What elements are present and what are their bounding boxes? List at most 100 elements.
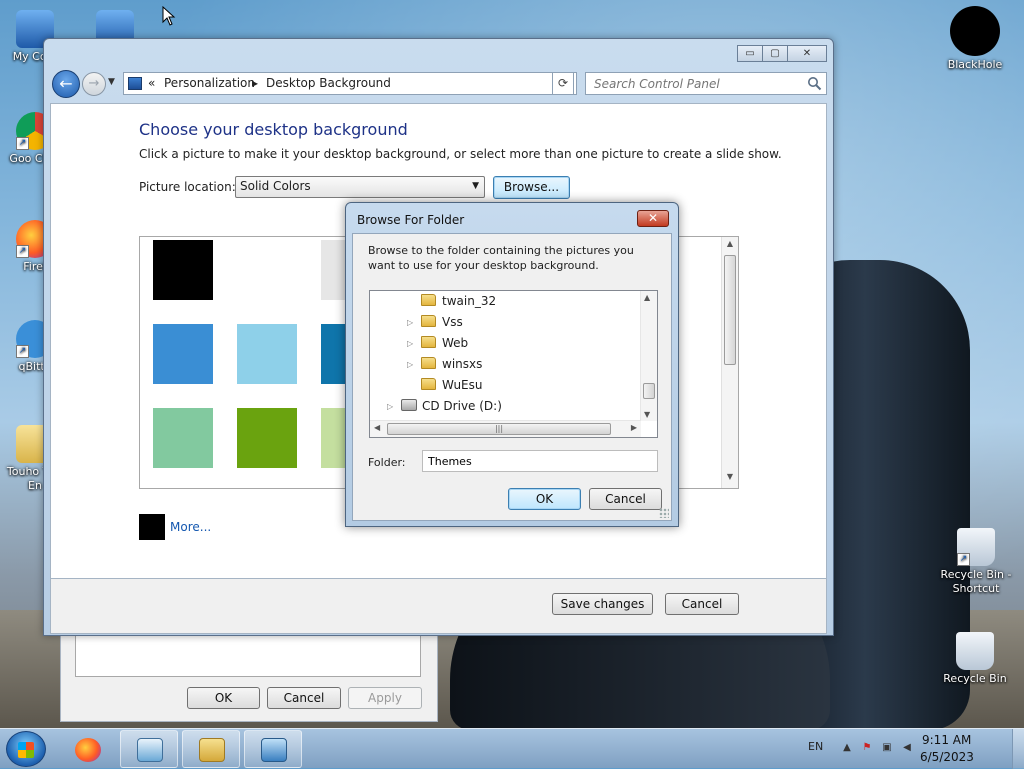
firefox-icon <box>75 738 101 762</box>
resize-grip[interactable] <box>659 508 669 518</box>
folder-field[interactable] <box>422 450 658 472</box>
desktop-icon-recycle-bin[interactable]: Recycle Bin <box>940 632 1010 686</box>
taskbar-app-display[interactable] <box>244 730 302 768</box>
clock-date[interactable]: 6/5/2023 <box>920 750 974 764</box>
expand-icon[interactable]: ▷ <box>407 312 413 333</box>
scroll-right-icon[interactable]: ▶ <box>631 423 637 432</box>
forward-button[interactable]: → <box>82 72 106 96</box>
color-swatch-mint[interactable] <box>153 408 213 468</box>
breadcrumb-desktop-background[interactable]: Desktop Background <box>266 76 391 90</box>
close-button[interactable]: ✕ <box>637 210 669 227</box>
expand-icon[interactable]: ▷ <box>407 333 413 354</box>
navigation-bar: ← → ▼ « Personalization ▸ Desktop Backgr… <box>50 69 827 99</box>
minimize-button[interactable]: ▭ <box>737 45 763 62</box>
tree-item-winsxs[interactable]: ▷ winsxs <box>407 354 482 375</box>
scroll-up-icon[interactable]: ▲ <box>644 293 650 302</box>
show-desktop-button[interactable] <box>1012 729 1024 769</box>
page-title: Choose your desktop background <box>139 120 408 139</box>
scroll-left-icon[interactable]: ◀ <box>374 423 380 432</box>
search-box[interactable] <box>585 72 827 95</box>
recycle-bin-icon <box>956 632 994 670</box>
dialog-description: Browse to the folder containing the pict… <box>368 244 634 272</box>
clock-time[interactable]: 9:11 AM <box>922 733 971 747</box>
more-color-swatch[interactable] <box>139 514 165 540</box>
picture-location-label: Picture location: <box>139 180 236 194</box>
more-colors-link[interactable]: More... <box>170 520 211 534</box>
close-button[interactable]: ✕ <box>787 45 827 62</box>
network-icon[interactable]: ▣ <box>880 742 894 756</box>
browse-for-folder-dialog: Browse For Folder ✕ Browse to the folder… <box>345 202 679 527</box>
scrollbar-thumb[interactable] <box>643 383 655 399</box>
cancel-button[interactable]: Cancel <box>589 488 662 510</box>
shortcut-arrow-icon: ↗ <box>16 245 29 258</box>
folder-icon <box>421 357 436 369</box>
dialog-title: Browse For Folder <box>357 213 465 227</box>
start-button[interactable] <box>6 731 46 767</box>
desktop-icon-recycle-bin-shortcut[interactable]: ↗ Recycle Bin - Shortcut <box>938 528 1014 596</box>
tree-item-web[interactable]: ▷ Web <box>407 333 468 354</box>
scroll-up-icon[interactable]: ▲ <box>722 239 738 253</box>
address-bar[interactable]: « Personalization ▸ Desktop Background ▼ <box>123 72 577 95</box>
color-swatch-white[interactable] <box>237 240 297 300</box>
scroll-down-icon[interactable]: ▼ <box>722 472 738 486</box>
show-hidden-icons-icon[interactable]: ▲ <box>840 742 854 756</box>
language-indicator[interactable]: EN <box>808 740 823 753</box>
folder-tree[interactable]: twain_32 ▷ Vss ▷ Web ▷ winsxs WuEsu ▷ CD… <box>369 290 658 438</box>
taskbar-app-control-panel[interactable] <box>120 730 178 768</box>
shortcut-arrow-icon: ↗ <box>16 137 29 150</box>
blackhole-icon <box>950 6 1000 56</box>
picture-location-select[interactable]: Solid Colors ▼ <box>235 176 485 198</box>
display-icon <box>261 738 287 762</box>
volume-icon[interactable]: ◀ <box>900 742 914 756</box>
recent-pages-dropdown[interactable]: ▼ <box>108 77 115 87</box>
scrollbar-thumb[interactable] <box>724 255 736 365</box>
search-input[interactable] <box>592 75 797 92</box>
action-center-icon[interactable]: ⚑ <box>860 742 874 756</box>
scroll-down-icon[interactable]: ▼ <box>644 410 650 419</box>
gallery-scrollbar[interactable]: ▲ ▼ <box>721 237 738 488</box>
taskbar-app-explorer[interactable] <box>182 730 240 768</box>
color-swatch-light-blue[interactable] <box>237 324 297 384</box>
shortcut-arrow-icon: ↗ <box>16 345 29 358</box>
tree-vertical-scrollbar[interactable]: ▲ ▼ <box>640 291 657 421</box>
recycle-bin-icon: ↗ <box>957 528 995 566</box>
breadcrumb-personalization[interactable]: Personalization <box>164 76 255 90</box>
breadcrumb-separator-icon[interactable]: ▸ <box>252 76 258 90</box>
dialog-body: Browse to the folder containing the pict… <box>352 233 672 521</box>
expand-icon[interactable]: ▷ <box>407 354 413 375</box>
explorer-icon <box>199 738 225 762</box>
tree-item-vss[interactable]: ▷ Vss <box>407 312 463 333</box>
color-swatch-black[interactable] <box>153 240 213 300</box>
cancel-button[interactable]: Cancel <box>665 593 739 615</box>
picture-location-value: Solid Colors <box>240 179 311 193</box>
tree-item-wuesu[interactable]: WuEsu <box>421 375 482 396</box>
color-swatch-blue[interactable] <box>153 324 213 384</box>
tree-item-twain32[interactable]: twain_32 <box>421 291 496 312</box>
maximize-button[interactable]: ▢ <box>762 45 788 62</box>
search-icon[interactable] <box>807 76 822 91</box>
expand-icon[interactable]: ▷ <box>387 396 393 417</box>
browse-button[interactable]: Browse... <box>493 176 570 199</box>
color-swatch-green[interactable] <box>237 408 297 468</box>
breadcrumb-chevron[interactable]: « <box>148 76 155 90</box>
ok-button[interactable]: OK <box>187 687 260 709</box>
taskbar-app-firefox[interactable] <box>58 730 116 768</box>
scrollbar-thumb[interactable]: ||| <box>387 423 611 435</box>
tree-item-cd-drive[interactable]: ▷ CD Drive (D:) <box>387 396 502 417</box>
cd-drive-icon <box>401 399 417 411</box>
windows-logo-icon <box>18 742 34 758</box>
back-button[interactable]: ← <box>52 70 80 98</box>
system-tray: EN ▲ ⚑ ▣ ◀ 9:11 AM 6/5/2023 <box>804 729 1024 769</box>
taskbar: EN ▲ ⚑ ▣ ◀ 9:11 AM 6/5/2023 <box>0 728 1024 769</box>
refresh-button[interactable]: ⟳ <box>552 72 574 95</box>
window-caption-buttons: ▭ ▢ ✕ <box>737 45 827 63</box>
desktop-icon-blackhole[interactable]: BlackHole <box>940 6 1010 72</box>
apply-button[interactable]: Apply <box>348 687 422 709</box>
cancel-button[interactable]: Cancel <box>267 687 341 709</box>
save-changes-button[interactable]: Save changes <box>552 593 653 615</box>
folder-icon <box>421 378 436 390</box>
ok-button[interactable]: OK <box>508 488 581 510</box>
tree-horizontal-scrollbar[interactable]: ◀ ||| ▶ <box>370 420 641 437</box>
control-panel-icon <box>128 77 142 90</box>
folder-label: Folder: <box>368 456 406 469</box>
